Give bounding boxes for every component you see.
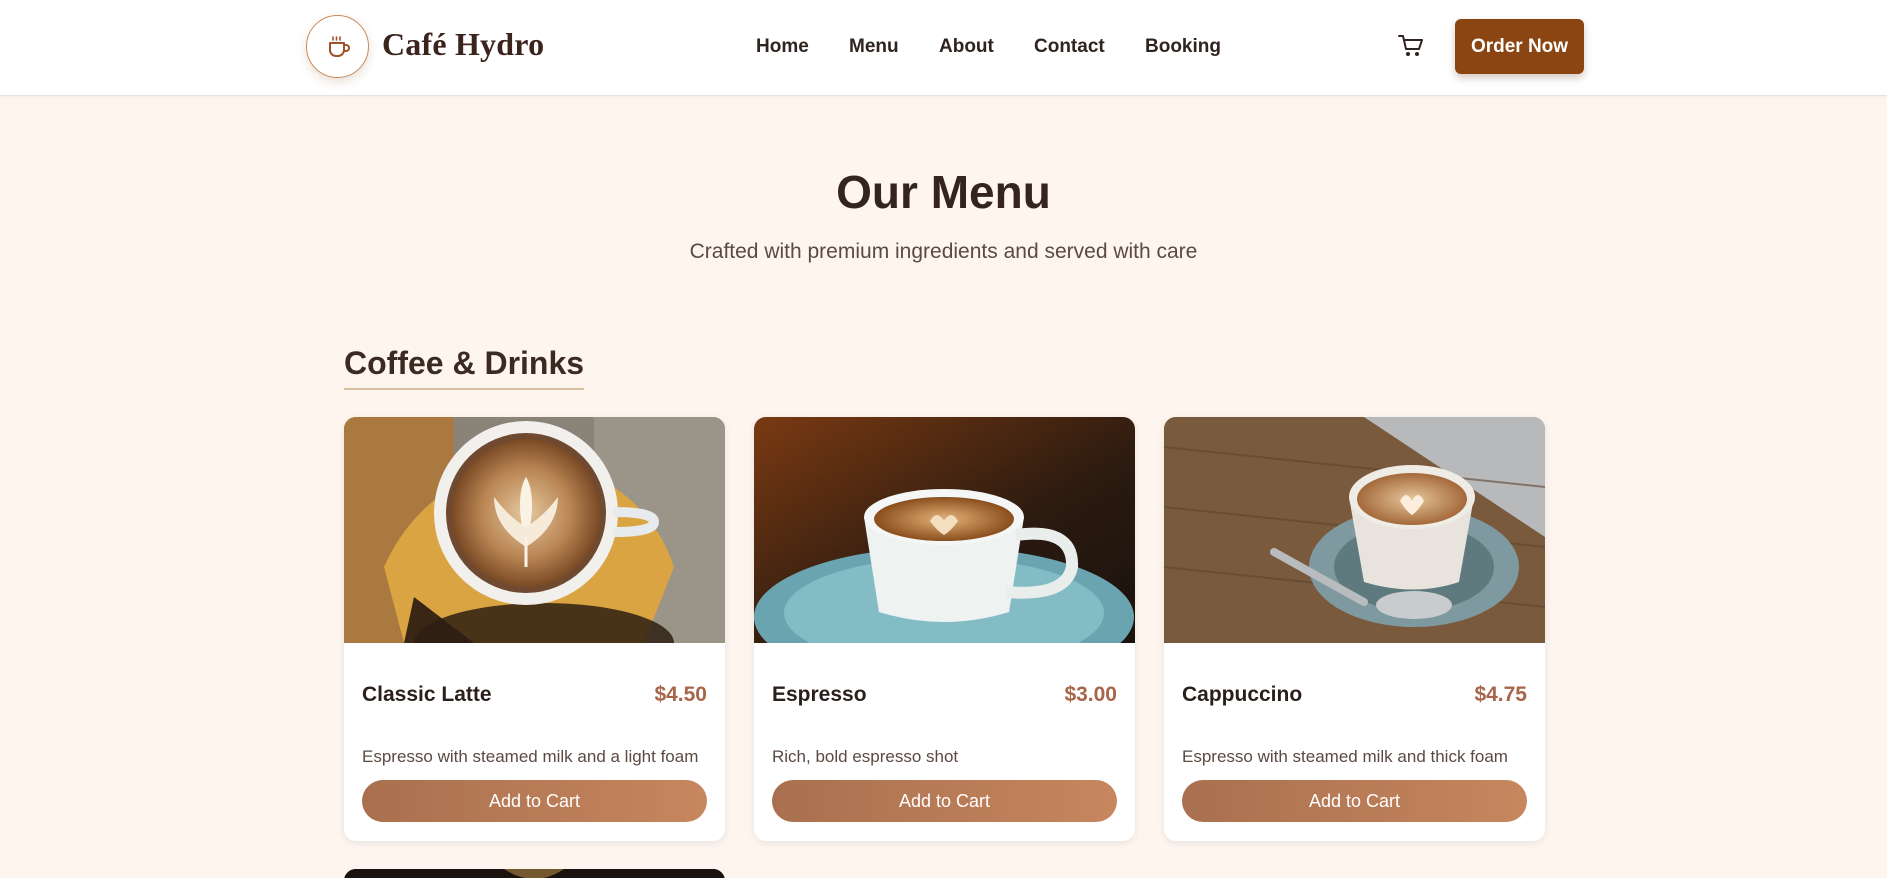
item-name: Espresso bbox=[772, 683, 867, 706]
page-subtitle: Crafted with premium ingredients and ser… bbox=[689, 240, 1198, 263]
item-price: $4.50 bbox=[654, 683, 707, 706]
add-to-cart-button[interactable]: Add to Cart bbox=[1182, 780, 1527, 822]
item-name: Cappuccino bbox=[1182, 683, 1303, 706]
add-to-cart-button[interactable]: Add to Cart bbox=[772, 780, 1117, 822]
page-title: Our Menu bbox=[836, 166, 1051, 218]
menu-card-classic-latte: Classic Latte $4.50 Espresso with steame… bbox=[344, 417, 725, 841]
site-header: Café Hydro Home Menu About Contact Booki… bbox=[0, 0, 1887, 96]
classic-latte-image bbox=[344, 417, 725, 643]
cart-icon[interactable] bbox=[1397, 32, 1425, 60]
cappuccino-image bbox=[1164, 417, 1545, 643]
item-price: $4.75 bbox=[1474, 683, 1527, 706]
nav-home[interactable]: Home bbox=[756, 36, 809, 58]
order-now-button[interactable]: Order Now bbox=[1455, 19, 1584, 74]
item-description: Espresso with steamed milk and a light f… bbox=[362, 747, 699, 766]
nav-contact[interactable]: Contact bbox=[1034, 36, 1105, 58]
item-name: Classic Latte bbox=[362, 683, 492, 706]
add-to-cart-button[interactable]: Add to Cart bbox=[362, 780, 707, 822]
menu-card-partial bbox=[344, 869, 725, 878]
brand-name[interactable]: Café Hydro bbox=[382, 26, 544, 63]
menu-card-cappuccino: Cappuccino $4.75 Espresso with steamed m… bbox=[1164, 417, 1545, 841]
partial-card-image bbox=[344, 869, 725, 878]
espresso-image bbox=[754, 417, 1135, 643]
nav-about[interactable]: About bbox=[939, 36, 994, 58]
nav-booking[interactable]: Booking bbox=[1145, 36, 1221, 58]
section-title: Coffee & Drinks bbox=[344, 345, 585, 390]
coffee-cup-icon bbox=[328, 35, 350, 57]
item-description: Rich, bold espresso shot bbox=[772, 747, 959, 766]
nav-menu[interactable]: Menu bbox=[849, 36, 899, 58]
item-description: Espresso with steamed milk and thick foa… bbox=[1182, 747, 1508, 766]
item-price: $3.00 bbox=[1064, 683, 1117, 706]
menu-card-espresso: Espresso $3.00 Rich, bold espresso shot … bbox=[754, 417, 1135, 841]
logo[interactable] bbox=[306, 15, 369, 78]
